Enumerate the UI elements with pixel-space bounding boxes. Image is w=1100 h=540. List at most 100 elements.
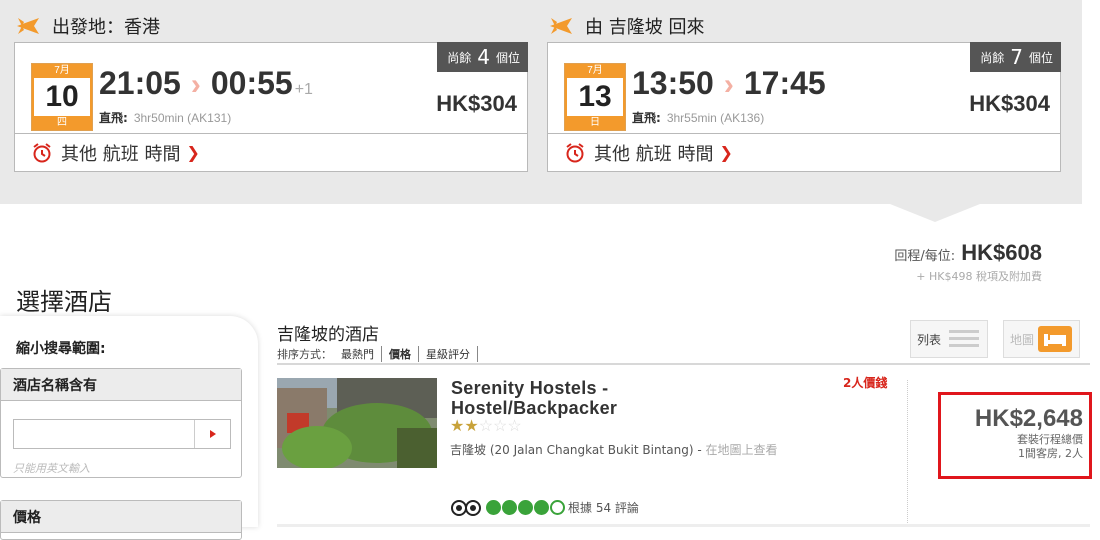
star-icon: ★ [464,418,479,435]
flight-duration: 3hr55min (AK136) [666,111,765,125]
chevron-right-icon: › [190,68,201,101]
hotel-name-hint: 只能用英文輸入 [13,462,90,475]
inbound-flight-panel: 由 吉隆坡 回來 尚餘 7 個位 7月 13 日 13:50 › 17:45 直… [547,10,1061,172]
sort-option-stars[interactable]: 星級評分 [419,346,478,362]
flight-price: HK$304 [436,91,517,116]
list-view-button[interactable]: 列表 [910,320,988,358]
plane-icon [17,18,39,34]
results-divider [277,363,1090,365]
hotel-name-filter-title[interactable]: 酒店名稱含有 [1,369,241,401]
trip-price-line: 回程/每位: HK$608 [894,240,1042,266]
arrive-time: 00:55 [210,65,293,101]
band-pointer [890,204,980,222]
seats-remaining-badge: 尚餘 7 個位 [970,42,1061,72]
inbound-heading: 由 吉隆坡 回來 [585,17,705,38]
seats-remaining-prefix: 尚餘 [980,50,1005,65]
map-view-label: 地圖 [1010,332,1035,347]
trip-price-total: HK$608 [961,240,1042,265]
review-count: 根據 54 評論 [568,500,639,515]
calendar-icon: 7月 10 四 [31,63,93,131]
trip-price-summary: 回程/每位: HK$608 + HK$498 稅項及附加費 [894,240,1042,284]
rating-bubble-icon [486,499,501,515]
calendar-month: 7月 [32,64,92,78]
rating-bubbles [486,499,566,515]
tripadvisor-rating[interactable]: 根據 54 評論 [450,498,639,516]
bed-icon [1038,326,1073,352]
hotel-address-text: 吉隆坡 (20 Jalan Changkat Bukit Bintang) - [450,443,706,457]
price-filter-title[interactable]: 價格 [1,501,241,533]
outbound-heading-row: 出發地：香港 [14,10,528,42]
map-view-button[interactable]: 地圖 [1003,320,1080,358]
tripadvisor-owl-icon [451,500,481,516]
hotel-name-input[interactable] [13,419,231,449]
calendar-day: 13 [565,78,625,116]
other-flight-times-toggle[interactable]: 其他 航班 時間 ❯ [547,134,1061,172]
calendar-weekday: 日 [565,116,625,130]
depart-time: 21:05 [99,65,181,101]
chevron-down-icon: ❯ [719,143,733,162]
other-flight-times-label: 其他 航班 時間 [61,143,181,165]
section-title: 選擇酒店 [16,288,112,316]
price-filter: 價格 [0,500,242,540]
sort-bar: 排序方式： 最熱門 價格 星級評分 [277,346,478,362]
direct-label: 直飛: [632,111,661,125]
calendar-day: 10 [32,78,92,116]
inbound-flight-card[interactable]: 尚餘 7 個位 7月 13 日 13:50 › 17:45 直飛: 3hr55mi… [547,42,1061,134]
rating-bubble-icon [502,499,517,515]
depart-time: 13:50 [632,65,714,101]
room-guest-info: 1間客房, 2人 [1018,447,1083,460]
list-icon [949,330,980,347]
hotel-photo[interactable] [277,378,437,468]
hotel-result-card[interactable]: Serenity Hostels - Hostel/Backpacker ★ ★… [277,374,1092,527]
seats-remaining-count: 4 [477,45,490,69]
results-title: 吉隆坡的酒店 [277,325,379,345]
sort-option-popular[interactable]: 最熱門 [334,346,382,362]
other-flight-times-toggle[interactable]: 其他 航班 時間 ❯ [14,134,528,172]
hotel-name-filter: 酒店名稱含有 只能用英文輸入 [0,368,242,478]
flight-direct-info: 直飛: 3hr50min (AK131) [99,109,231,126]
star-empty-icon: ☆ [493,418,508,435]
two-person-price-label: 2人價錢 [843,376,888,390]
star-icon: ★ [450,418,465,435]
package-price-box[interactable]: HK$2,648 套裝行程總價 1間客房, 2人 [938,392,1092,479]
package-price-note: 套裝行程總價 [1017,433,1083,446]
star-rating: ★ ★ ☆ ☆ ☆ [450,419,522,435]
outbound-heading: 出發地：香港 [52,17,160,38]
calendar-month: 7月 [565,64,625,78]
play-arrow-icon [209,430,216,438]
flight-duration: 3hr50min (AK131) [133,111,232,125]
outbound-flight-panel: 出發地：香港 尚餘 4 個位 7月 10 四 21:05 › 00:55 +1 … [14,10,528,172]
flight-times: 21:05 › 00:55 +1 [99,65,313,102]
seats-remaining-prefix: 尚餘 [447,50,472,65]
seats-remaining-count: 7 [1010,45,1023,69]
day-offset: +1 [294,81,313,98]
narrow-search-label: 縮小搜尋範圍: [16,341,106,357]
plane-icon [550,18,572,34]
calendar-icon: 7月 13 日 [564,63,626,131]
package-price: HK$2,648 [974,405,1083,432]
sort-option-price[interactable]: 價格 [382,346,419,362]
sort-label: 排序方式： [277,348,332,361]
direct-label: 直飛: [99,111,128,125]
star-empty-icon: ☆ [507,418,522,435]
hotel-name[interactable]: Serenity Hostels - Hostel/Backpacker [451,378,711,418]
other-flight-times-label: 其他 航班 時間 [594,143,714,165]
filter-sidebar: 縮小搜尋範圍: 酒店名稱含有 只能用英文輸入 價格 [0,316,258,540]
calendar-weekday: 四 [32,116,92,130]
rating-bubble-icon [550,499,565,515]
hotel-address: 吉隆坡 (20 Jalan Changkat Bukit Bintang) - … [450,440,780,460]
inbound-heading-row: 由 吉隆坡 回來 [547,10,1061,42]
chevron-down-icon: ❯ [186,143,200,162]
rating-bubble-icon [534,499,549,515]
flight-times: 13:50 › 17:45 [632,65,826,102]
flight-direct-info: 直飛: 3hr55min (AK136) [632,109,764,126]
seats-remaining-suffix: 個位 [495,50,520,65]
seats-remaining-suffix: 個位 [1028,50,1053,65]
results-header: 吉隆坡的酒店 [277,320,379,345]
card-divider [907,380,908,525]
alarm-clock-icon [566,142,584,162]
hotel-name-search-button[interactable] [194,420,230,448]
outbound-flight-card[interactable]: 尚餘 4 個位 7月 10 四 21:05 › 00:55 +1 直飛: 3hr5… [14,42,528,134]
star-empty-icon: ☆ [478,418,494,435]
view-on-map-link[interactable]: 在地圖上查看 [706,443,778,457]
